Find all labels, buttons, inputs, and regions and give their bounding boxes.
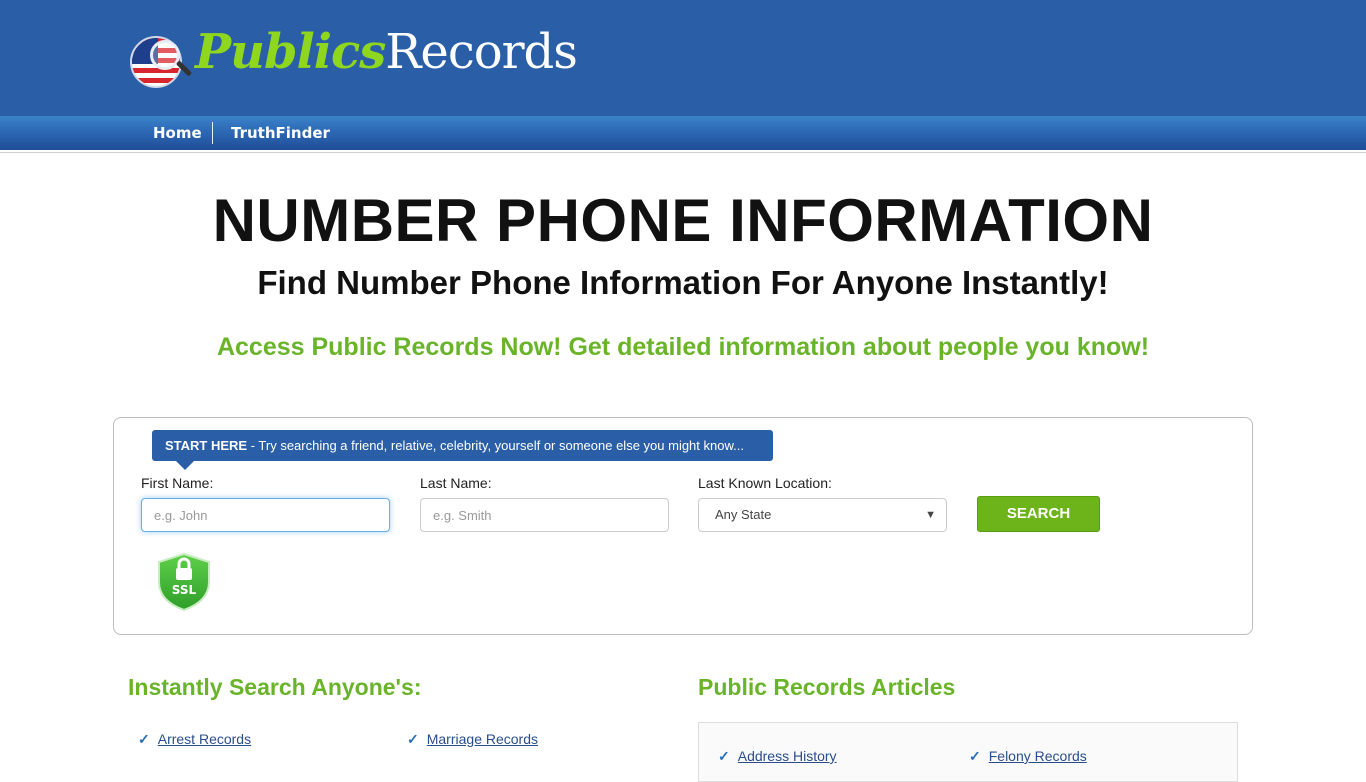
first-name-input[interactable] xyxy=(141,498,390,532)
checkmark-icon: ✓ xyxy=(969,748,981,764)
ssl-label: SSL xyxy=(172,583,197,597)
first-name-label: First Name: xyxy=(141,475,214,491)
list-item: ✓ Marriage Records xyxy=(407,731,538,748)
checkmark-icon: ✓ xyxy=(718,748,730,764)
location-selected: Any State xyxy=(715,507,772,522)
articles-title: Public Records Articles xyxy=(698,674,956,700)
nav-divider xyxy=(0,150,1366,153)
chevron-down-icon: ▼ xyxy=(925,509,936,521)
tip-arrow xyxy=(176,461,194,470)
logo-text: PublicsRecords xyxy=(195,24,578,80)
list-item: ✓ Address History xyxy=(718,748,837,765)
instant-search-title: Instantly Search Anyone's: xyxy=(128,674,422,700)
site-header: PublicsRecords xyxy=(0,0,1366,116)
location-select[interactable]: Any State ▼ xyxy=(698,498,947,532)
ssl-shield-icon: SSL xyxy=(158,552,210,612)
last-name-input[interactable] xyxy=(420,498,669,532)
tip-text: - Try searching a friend, relative, cele… xyxy=(247,438,744,453)
page-title: NUMBER PHONE INFORMATION xyxy=(212,187,1154,254)
page-subtitle: Find Number Phone Information For Anyone… xyxy=(257,264,1109,301)
link-address-history[interactable]: Address History xyxy=(738,748,837,764)
main-nav: Home TruthFinder xyxy=(0,116,1366,150)
tip-bold: START HERE xyxy=(165,438,248,453)
search-button[interactable]: SEARCH xyxy=(977,496,1100,532)
nav-truthfinder[interactable]: TruthFinder xyxy=(231,116,330,150)
start-here-tip: START HERE - Try searching a friend, rel… xyxy=(152,430,773,461)
link-marriage-records[interactable]: Marriage Records xyxy=(427,731,538,747)
last-name-label: Last Name: xyxy=(420,475,492,491)
location-label: Last Known Location: xyxy=(698,475,832,491)
list-item: ✓ Arrest Records xyxy=(138,731,251,748)
nav-home[interactable]: Home xyxy=(153,116,202,150)
link-arrest-records[interactable]: Arrest Records xyxy=(158,731,251,747)
tagline: Access Public Records Now! Get detailed … xyxy=(216,333,1150,361)
checkmark-icon: ✓ xyxy=(407,731,419,747)
checkmark-icon: ✓ xyxy=(138,731,150,747)
nav-separator xyxy=(212,122,213,144)
link-felony-records[interactable]: Felony Records xyxy=(989,748,1087,764)
list-item: ✓ Felony Records xyxy=(969,748,1087,765)
magnifier-icon xyxy=(150,40,180,70)
